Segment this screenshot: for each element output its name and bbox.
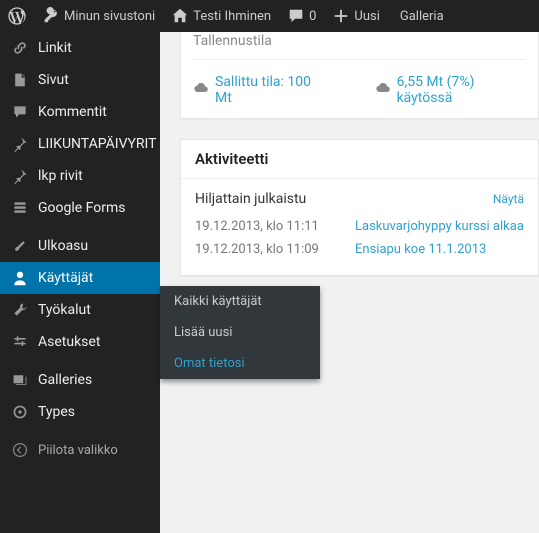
collapse-label: Piilota valikko bbox=[38, 443, 118, 458]
admin-sidebar: Linkit Sivut Kommentit LIIKUNTAPÄIVYRIT … bbox=[0, 32, 160, 533]
site-name-menu[interactable]: Minun sivustoni bbox=[34, 0, 163, 32]
sliders-icon bbox=[10, 334, 30, 350]
cloud-icon bbox=[375, 80, 391, 100]
sidebar-item-label: Asetukset bbox=[38, 334, 100, 350]
comments-menu[interactable]: 0 bbox=[279, 0, 324, 32]
submenu-item-all-users[interactable]: Kaikki käyttäjät bbox=[160, 286, 320, 317]
storage-allowed[interactable]: Sallittu tila: 100 Mt bbox=[193, 74, 325, 106]
sidebar-item-label: Types bbox=[38, 404, 75, 420]
form-icon bbox=[10, 200, 30, 216]
storage-widget: Tallennustila Sallittu tila: 100 Mt 6,55… bbox=[180, 32, 539, 119]
sidebar-item-tools[interactable]: Työkalut bbox=[0, 294, 160, 326]
admin-toolbar: Minun sivustoni Testi Ihminen 0 Uusi Gal… bbox=[0, 0, 539, 32]
sidebar-item-label: Linkit bbox=[38, 40, 72, 56]
user-icon bbox=[10, 270, 30, 286]
activity-list: 19.12.2013, klo 11:11 Laskuvarjohyppy ku… bbox=[181, 215, 538, 275]
sidebar-item-liikuntapaivyrit[interactable]: LIIKUNTAPÄIVYRIT bbox=[0, 128, 160, 160]
comments-count: 0 bbox=[309, 9, 316, 24]
gallery-icon bbox=[10, 372, 30, 388]
link-icon bbox=[10, 40, 30, 56]
sidebar-item-label: lkp rivit bbox=[38, 168, 83, 184]
recently-published-heading: Hiljattain julkaistu bbox=[195, 191, 306, 207]
storage-allowed-text: Sallittu tila: 100 Mt bbox=[215, 74, 325, 106]
activity-title: Aktiviteetti bbox=[181, 140, 538, 179]
cloud-icon bbox=[193, 80, 209, 100]
sidebar-item-label: Galleries bbox=[38, 372, 92, 388]
sidebar-item-label: LIIKUNTAPÄIVYRIT bbox=[38, 136, 157, 152]
sidebar-item-galleries[interactable]: Galleries bbox=[0, 364, 160, 396]
activity-row: 19.12.2013, klo 11:11 Laskuvarjohyppy ku… bbox=[195, 215, 524, 238]
submenu-item-your-profile[interactable]: Omat tietosi bbox=[160, 348, 320, 379]
sidebar-item-pages[interactable]: Sivut bbox=[0, 64, 160, 96]
storage-used-text: 6,55 Mt (7%) käytössä bbox=[397, 74, 526, 106]
users-submenu: Kaikki käyttäjät Lisää uusi Omat tietosi bbox=[160, 286, 320, 379]
submenu-item-add-new[interactable]: Lisää uusi bbox=[160, 317, 320, 348]
main-content: Tallennustila Sallittu tila: 100 Mt 6,55… bbox=[160, 32, 539, 533]
collapse-icon bbox=[10, 442, 30, 458]
show-link[interactable]: Näytä bbox=[493, 192, 524, 206]
sidebar-item-label: Ulkoasu bbox=[38, 238, 88, 254]
sidebar-item-label: Kommentit bbox=[38, 104, 107, 120]
new-content-menu[interactable]: Uusi bbox=[324, 0, 387, 32]
site-name-label: Minun sivustoni bbox=[64, 9, 155, 24]
sidebar-item-users[interactable]: Käyttäjät bbox=[0, 262, 160, 294]
plus-icon bbox=[332, 7, 350, 25]
activity-date: 19.12.2013, klo 11:11 bbox=[195, 219, 355, 234]
wordpress-icon bbox=[8, 7, 26, 25]
pin-icon bbox=[10, 136, 30, 152]
gallery-label: Galleria bbox=[400, 9, 444, 24]
comment-icon bbox=[287, 7, 305, 25]
user-name-label: Testi Ihminen bbox=[193, 9, 271, 24]
activity-date: 19.12.2013, klo 11:09 bbox=[195, 242, 355, 257]
key-icon bbox=[42, 7, 60, 25]
user-greeting[interactable]: Testi Ihminen bbox=[163, 0, 279, 32]
activity-post-link[interactable]: Laskuvarjohyppy kurssi alkaa bbox=[355, 219, 524, 234]
activity-post-link[interactable]: Ensiapu koe 11.1.2013 bbox=[355, 242, 486, 257]
sidebar-item-comments[interactable]: Kommentit bbox=[0, 96, 160, 128]
types-icon bbox=[10, 404, 30, 420]
sidebar-item-label: Sivut bbox=[38, 72, 69, 88]
sidebar-item-appearance[interactable]: Ulkoasu bbox=[0, 230, 160, 262]
sidebar-item-types[interactable]: Types bbox=[0, 396, 160, 428]
sidebar-item-links[interactable]: Linkit bbox=[0, 32, 160, 64]
new-label: Uusi bbox=[354, 9, 379, 24]
storage-title: Tallennustila bbox=[193, 32, 526, 60]
sidebar-item-settings[interactable]: Asetukset bbox=[0, 326, 160, 358]
sidebar-item-lkp-rivit[interactable]: lkp rivit bbox=[0, 160, 160, 192]
page-icon bbox=[10, 72, 30, 88]
comment-icon bbox=[10, 104, 30, 120]
gallery-menu[interactable]: Galleria bbox=[388, 0, 452, 32]
activity-row: 19.12.2013, klo 11:09 Ensiapu koe 11.1.2… bbox=[195, 238, 524, 261]
sidebar-item-label: Käyttäjät bbox=[38, 270, 93, 286]
home-icon bbox=[171, 7, 189, 25]
sidebar-item-label: Työkalut bbox=[38, 302, 91, 318]
wp-logo-menu[interactable] bbox=[0, 0, 34, 32]
storage-used[interactable]: 6,55 Mt (7%) käytössä bbox=[375, 74, 526, 106]
pin-icon bbox=[10, 168, 30, 184]
wrench-icon bbox=[10, 302, 30, 318]
activity-widget: Aktiviteetti Hiljattain julkaistu Näytä … bbox=[180, 139, 539, 276]
sidebar-item-label: Google Forms bbox=[38, 200, 126, 216]
brush-icon bbox=[10, 238, 30, 254]
collapse-menu[interactable]: Piilota valikko bbox=[0, 434, 160, 466]
sidebar-item-google-forms[interactable]: Google Forms bbox=[0, 192, 160, 224]
